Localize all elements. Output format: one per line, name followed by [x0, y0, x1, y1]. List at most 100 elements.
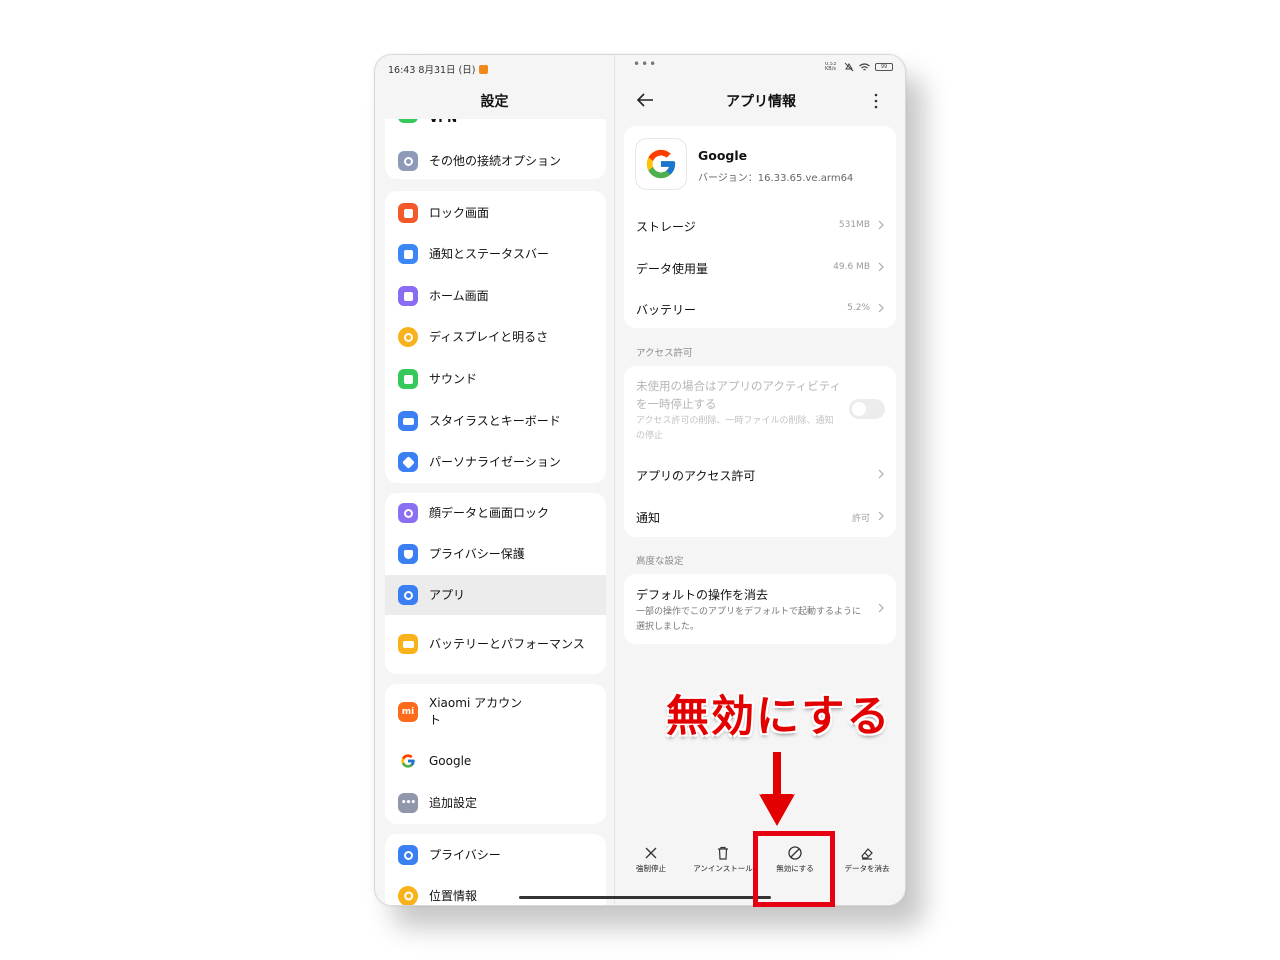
- sidebar-item-google[interactable]: Google: [385, 741, 606, 781]
- sidebar-item-sound[interactable]: サウンド: [385, 359, 606, 399]
- security-apps-card: 顔データと画面ロック プライバシー保護 アプリ バッテリーとパフォーマンス: [385, 493, 606, 674]
- sidebar-item-notifications[interactable]: 通知とステータスバー: [385, 234, 606, 274]
- connection-card: VPN その他の接続オプション: [385, 119, 606, 179]
- sidebar-item-label: Xiaomi アカウント: [429, 696, 523, 727]
- section-header-advanced: 高度な設定: [636, 556, 684, 567]
- wifi-icon: [859, 62, 870, 70]
- notification-icon: [398, 244, 418, 264]
- accounts-card: mi Xiaomi アカウント Google ••• 追加設定: [385, 684, 606, 824]
- clear-defaults-title: デフォルトの操作を消去: [636, 588, 769, 602]
- more-options-icon[interactable]: [871, 91, 881, 111]
- sidebar-item-display[interactable]: ディスプレイと明るさ: [385, 317, 606, 357]
- app-summary-card: Google バージョン：16.33.65.ve.arm64 ストレージ 531…: [624, 126, 896, 328]
- mute-icon: [844, 62, 854, 72]
- brush-icon: [398, 452, 418, 472]
- chevron-right-icon: [878, 511, 884, 521]
- keyboard-icon: [398, 411, 418, 431]
- chevron-right-icon: [878, 220, 884, 230]
- clear-data-button[interactable]: データを消去: [835, 845, 899, 874]
- app-name: Google: [698, 148, 748, 163]
- sidebar-item-label: バッテリーとパフォーマンス: [429, 636, 585, 651]
- home-indicator[interactable]: [519, 896, 771, 899]
- battery-row[interactable]: バッテリー 5.2%: [624, 289, 896, 329]
- link-icon: [398, 151, 418, 171]
- status-time: 16:43 8月31日 (日): [388, 62, 489, 76]
- multitask-handle[interactable]: •••: [633, 57, 657, 71]
- row-value: 531MB: [838, 220, 870, 230]
- row-value: 許可: [851, 514, 870, 524]
- sidebar-item-stylus-keyboard[interactable]: スタイラスとキーボード: [385, 401, 606, 441]
- sidebar-item-label: 通知とステータスバー: [429, 246, 550, 261]
- sidebar-item-privacy-protection[interactable]: プライバシー保護: [385, 534, 606, 574]
- notification-dot-icon: [479, 65, 489, 74]
- section-header-access: アクセス許可: [636, 348, 693, 359]
- chevron-right-icon: [878, 469, 884, 479]
- sidebar-item-label: ホーム画面: [429, 288, 489, 303]
- sidebar-item-label: ロック画面: [429, 205, 490, 220]
- sidebar-item-personalization[interactable]: パーソナライゼーション: [385, 442, 606, 482]
- page-title: 設定: [480, 94, 509, 110]
- action-label: 強制停止: [636, 864, 666, 873]
- sidebar-item-label: その他の接続オプション: [429, 153, 562, 168]
- row-label: バッテリー: [636, 303, 697, 317]
- lock-icon: [398, 203, 418, 223]
- google-logo-icon: [635, 138, 687, 190]
- fingerprint-icon: [398, 503, 418, 523]
- gear-icon: [398, 585, 418, 605]
- battery-icon: [398, 634, 418, 654]
- sidebar-item-xiaomi-account[interactable]: mi Xiaomi アカウント: [385, 686, 606, 738]
- trash-icon: [718, 846, 728, 860]
- app-permissions-row[interactable]: アプリのアクセス許可: [624, 455, 896, 495]
- net-speed: 0.53 KB/s: [825, 62, 837, 72]
- uninstall-button[interactable]: アンインストール: [691, 845, 755, 874]
- sidebar-item-apps[interactable]: アプリ: [385, 575, 606, 615]
- sidebar-item-battery-performance[interactable]: バッテリーとパフォーマンス: [385, 617, 606, 671]
- display-settings-card: ロック画面 通知とステータスバー ホーム画面 ディスプレイと明るさ サウンド ス…: [385, 191, 606, 483]
- sidebar-item-label: プライバシー: [429, 847, 501, 862]
- sidebar-item-label: 顔データと画面ロック: [429, 505, 550, 520]
- action-label: アンインストール: [693, 864, 753, 873]
- defaults-card[interactable]: デフォルトの操作を消去 一部の操作でこのアプリをデフォルトで起動するように選択し…: [624, 574, 896, 644]
- pause-activity-description: アクセス許可の削除、一時ファイルの削除、通知の停止: [636, 416, 834, 441]
- mi-icon: mi: [398, 702, 418, 722]
- row-label: アプリのアクセス許可: [636, 469, 756, 483]
- location-icon: [393, 881, 423, 905]
- sun-icon: [398, 327, 418, 347]
- sidebar-item-additional-settings[interactable]: ••• 追加設定: [385, 783, 606, 823]
- data-usage-row[interactable]: データ使用量 49.6 MB: [624, 248, 896, 288]
- row-label: ストレージ: [636, 220, 696, 234]
- sidebar-item-connection-options[interactable]: その他の接続オプション: [385, 141, 606, 179]
- storage-row[interactable]: ストレージ 531MB: [624, 206, 896, 246]
- pause-activity-toggle[interactable]: [849, 399, 885, 419]
- app-version: バージョン：16.33.65.ve.arm64: [698, 173, 854, 184]
- sidebar-item-privacy[interactable]: プライバシー: [385, 835, 606, 875]
- sidebar-item-location[interactable]: 位置情報: [385, 876, 606, 905]
- close-icon: [645, 847, 657, 859]
- force-stop-button[interactable]: 強制停止: [619, 845, 683, 874]
- sidebar-item-label: VPN: [429, 119, 588, 127]
- sidebar-item-label: プライバシー保護: [429, 546, 525, 561]
- chevron-right-icon: [878, 303, 884, 313]
- page-title: アプリ情報: [726, 94, 796, 110]
- sidebar-item-label: パーソナライゼーション: [429, 454, 561, 469]
- sidebar-item-face-data[interactable]: 顔データと画面ロック: [385, 493, 606, 533]
- notifications-row[interactable]: 通知 許可: [624, 497, 896, 537]
- row-label: 通知: [636, 511, 661, 525]
- annotation-arrow-icon: [759, 752, 795, 826]
- chevron-right-icon: [878, 262, 884, 272]
- sidebar-item-lock-screen[interactable]: ロック画面: [385, 193, 606, 233]
- sidebar-item-home-screen[interactable]: ホーム画面: [385, 276, 606, 316]
- home-icon: [398, 286, 418, 306]
- status-icons: 0.53 KB/s 99: [825, 62, 893, 72]
- sidebar-item-label: 追加設定: [429, 795, 478, 810]
- eraser-icon: [861, 848, 873, 860]
- row-value: 49.6 MB: [833, 262, 870, 272]
- sidebar-item-label: サウンド: [429, 371, 478, 386]
- status-time-text: 16:43 8月31日 (日): [388, 65, 476, 76]
- shield-icon: [398, 544, 418, 564]
- vpn-icon: [398, 119, 418, 123]
- sidebar-item-vpn[interactable]: VPN: [385, 119, 606, 129]
- sidebar-item-label: ディスプレイと明るさ: [429, 329, 549, 344]
- eye-icon: [398, 845, 418, 865]
- speaker-icon: [398, 369, 418, 389]
